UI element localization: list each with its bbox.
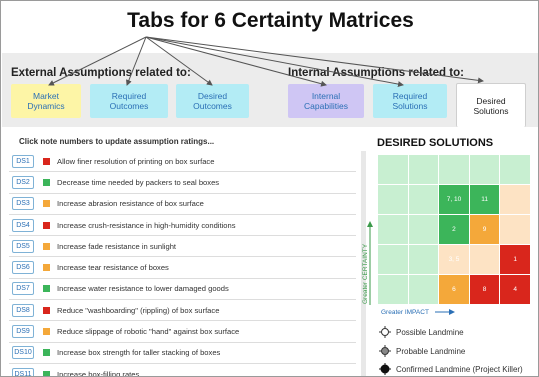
assumption-text: Increase crush-resistance in high-humidi…	[57, 220, 236, 230]
legend-confirmed-landmine: Confirmed Landmine (Project Killer)	[379, 363, 523, 375]
matrix-cell[interactable]	[469, 245, 501, 275]
note-number-button[interactable]: DS1	[12, 154, 34, 168]
matrix-x-label: Greater IMPACT	[381, 309, 429, 316]
matrix-cell[interactable]: 2	[439, 215, 470, 245]
assumption-text: Decrease time needed by packers to seal …	[57, 177, 220, 187]
assumption-row: DS7 Increase water resistance to lower da…	[9, 279, 356, 301]
matrix-cell[interactable]: 11	[469, 185, 501, 215]
tab-required-outcomes[interactable]: Required Outcomes	[90, 84, 168, 118]
landmine-black-icon	[379, 363, 391, 375]
matrix-cell[interactable]: 6	[439, 275, 470, 305]
note-number-button[interactable]: DS3	[12, 197, 34, 211]
tab-desired-outcomes[interactable]: Desired Outcomes	[176, 84, 249, 118]
assumption-text: Increase abrasion resistance of box surf…	[57, 199, 204, 209]
assumption-row: DS5 Increase fade resistance in sunlight	[9, 236, 356, 258]
matrix-cell[interactable]	[408, 155, 440, 185]
assumption-text: Increase tear resistance of boxes	[57, 263, 169, 273]
matrix-cell[interactable]	[378, 245, 409, 275]
matrix-cell[interactable]	[408, 215, 440, 245]
assumption-row: DS4 Increase crush-resistance in high-hum…	[9, 215, 356, 237]
tab-required-solutions[interactable]: Required Solutions	[373, 84, 447, 118]
certainty-matrix: 7, 10 11 2 9 3, 5 1684	[378, 155, 531, 305]
note-number-button[interactable]: DS11	[12, 367, 34, 376]
matrix-cell[interactable]	[378, 275, 409, 305]
assumption-text: Increase box strength for taller stackin…	[57, 348, 221, 358]
assumption-text: Increase box-filling rates	[57, 369, 140, 377]
assumption-row: DS1 Allow finer resolution of printing on…	[9, 151, 356, 173]
status-indicator	[43, 200, 50, 208]
matrix-cell[interactable]: 1	[500, 245, 531, 275]
status-indicator	[43, 370, 50, 376]
assumption-text: Allow finer resolution of printing on bo…	[57, 156, 215, 166]
landmine-outline-icon	[379, 326, 391, 338]
status-indicator	[43, 221, 50, 229]
assumption-row: DS8 Reduce "washboarding" (rippling) of b…	[9, 300, 356, 322]
assumption-text: Increase water resistance to lower damag…	[57, 284, 229, 294]
legend-possible-landmine: Possible Landmine	[379, 326, 464, 338]
note-number-button[interactable]: DS5	[12, 239, 34, 253]
status-indicator	[43, 285, 50, 293]
matrix-cell[interactable]	[500, 185, 531, 215]
matrix-cell[interactable]	[500, 155, 531, 185]
matrix-cell[interactable]: 9	[469, 215, 501, 245]
tab-desired-solutions[interactable]: Desired Solutions	[456, 83, 526, 127]
note-number-button[interactable]: DS10	[12, 346, 34, 360]
matrix-cell[interactable]	[378, 155, 409, 185]
matrix-cell[interactable]	[378, 185, 409, 215]
note-number-button[interactable]: DS8	[12, 303, 34, 317]
matrix-cell[interactable]: 3, 5	[439, 245, 470, 275]
assumption-list: DS1 Allow finer resolution of printing on…	[9, 151, 356, 377]
assumption-row: DS6 Increase tear resistance of boxes	[9, 257, 356, 279]
assumption-text: Reduce slippage of robotic "hand" agains…	[57, 327, 240, 337]
assumption-row: DS11 Increase box-filling rates	[9, 364, 356, 377]
matrix-cell[interactable]: 8	[469, 275, 501, 305]
internal-assumptions-label: Internal Assumptions related to:	[288, 67, 464, 79]
status-indicator	[43, 264, 50, 272]
note-number-button[interactable]: DS7	[12, 282, 34, 296]
app-frame: Tabs for 6 Certainty Matrices External A…	[0, 0, 539, 377]
assumption-text: Increase fade resistance in sunlight	[57, 241, 177, 251]
assumption-row: DS9 Reduce slippage of robotic "hand" aga…	[9, 321, 356, 343]
matrix-cell[interactable]: 7, 10	[439, 185, 470, 215]
external-assumptions-label: External Assumptions related to:	[11, 67, 191, 79]
status-indicator	[43, 328, 50, 336]
tab-market-dynamics[interactable]: Market Dynamics	[11, 84, 81, 118]
matrix-cell[interactable]	[408, 245, 440, 275]
status-indicator	[43, 242, 50, 250]
note-number-button[interactable]: DS9	[12, 325, 34, 339]
note-number-button[interactable]: DS6	[12, 261, 34, 275]
legend-probable-landmine: Probable Landmine	[379, 345, 465, 357]
matrix-title: DESIRED SOLUTIONS	[377, 137, 494, 149]
matrix-cell[interactable]: 4	[500, 275, 531, 305]
impact-arrow-icon	[435, 309, 455, 315]
matrix-cell[interactable]	[408, 275, 440, 305]
matrix-cell[interactable]	[408, 185, 440, 215]
annotation-title: Tabs for 6 Certainty Matrices	[127, 9, 414, 32]
matrix-cell[interactable]	[439, 155, 470, 185]
matrix-cell[interactable]	[500, 215, 531, 245]
matrix-cell[interactable]	[378, 215, 409, 245]
landmine-gray-icon	[379, 345, 391, 357]
status-indicator	[43, 178, 50, 186]
status-indicator	[43, 306, 50, 314]
instruction-text: Click note numbers to update assumption …	[19, 137, 215, 146]
tab-internal-capabilities[interactable]: Internal Capabilities	[288, 84, 364, 118]
assumption-row: DS3 Increase abrasion resistance of box s…	[9, 194, 356, 215]
matrix-y-label: Greater CERTAINTY	[362, 243, 369, 304]
status-indicator	[43, 157, 50, 165]
matrix-cell[interactable]	[469, 155, 501, 185]
assumption-text: Reduce "washboarding" (rippling) of box …	[57, 305, 220, 315]
assumption-row: DS2 Decrease time needed by packers to se…	[9, 172, 356, 194]
status-indicator	[43, 349, 50, 357]
note-number-button[interactable]: DS4	[12, 218, 34, 232]
assumption-row: DS10 Increase box strength for taller sta…	[9, 343, 356, 364]
note-number-button[interactable]: DS2	[12, 175, 34, 189]
